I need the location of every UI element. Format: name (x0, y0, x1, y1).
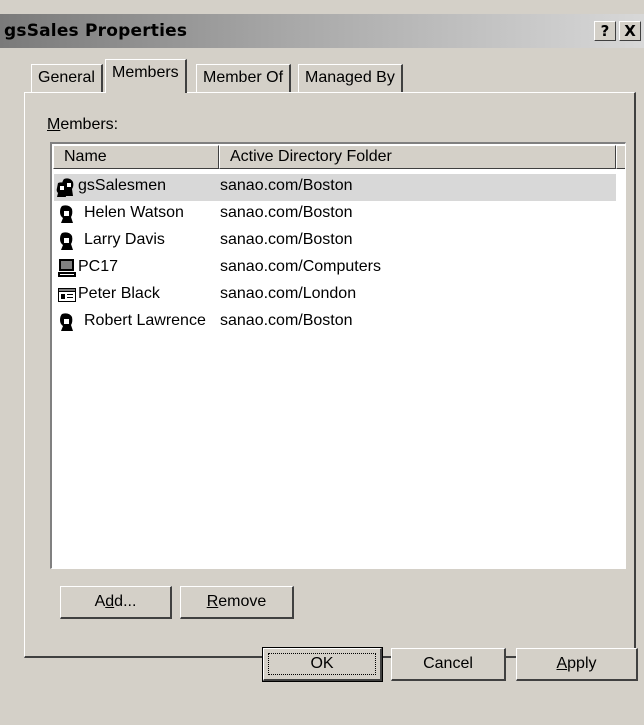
group-icon (56, 178, 74, 197)
user-icon (60, 205, 73, 223)
member-folder: sanao.com/Computers (220, 258, 381, 275)
list-item[interactable]: Helen Watson sanao.com/Boston (54, 201, 616, 228)
title-bar[interactable]: gsSales Properties ? X (0, 14, 644, 48)
add-button[interactable]: Add... (60, 586, 172, 619)
member-name: Peter Black (78, 285, 160, 302)
properties-dialog: gsSales Properties ? X General Members M… (0, 0, 644, 725)
remove-button[interactable]: Remove (180, 586, 294, 619)
contact-icon (58, 288, 76, 302)
member-folder: sanao.com/Boston (220, 177, 353, 194)
column-header-name[interactable]: Name (53, 145, 219, 169)
tab-member-of[interactable]: Member Of (196, 64, 292, 92)
tab-managed-by[interactable]: Managed By (298, 64, 403, 92)
tab-members[interactable]: Members (105, 59, 187, 93)
column-header-folder[interactable]: Active Directory Folder (219, 145, 616, 169)
list-item[interactable]: Larry Davis sanao.com/Boston (54, 228, 616, 255)
list-item[interactable]: gsSalesmen sanao.com/Boston (54, 174, 616, 201)
user-icon (60, 232, 73, 250)
member-name: gsSalesmen (78, 177, 167, 194)
member-folder: sanao.com/Boston (220, 312, 353, 329)
member-name: Larry Davis (84, 231, 165, 248)
close-button[interactable]: X (619, 21, 641, 41)
member-folder: sanao.com/London (220, 285, 357, 302)
column-header-filler (616, 145, 625, 169)
member-folder: sanao.com/Boston (220, 231, 353, 248)
member-name: PC17 (78, 258, 119, 275)
apply-button[interactable]: Apply (516, 648, 638, 681)
help-button[interactable]: ? (594, 21, 616, 41)
computer-icon (58, 259, 76, 277)
members-label: Members: (47, 116, 119, 133)
list-item[interactable]: Peter Black sanao.com/London (54, 282, 616, 309)
list-item[interactable]: Robert Lawrence sanao.com/Boston (54, 309, 616, 336)
list-item[interactable]: PC17 sanao.com/Computers (54, 255, 616, 282)
window-title: gsSales Properties (4, 21, 188, 41)
cancel-button[interactable]: Cancel (391, 648, 506, 681)
tab-general[interactable]: General (31, 64, 103, 92)
member-name: Helen Watson (84, 204, 184, 221)
ok-button[interactable]: OK (262, 647, 383, 682)
members-list[interactable]: Name Active Directory Folder gsSalesmen … (50, 142, 626, 569)
focus-rectangle (268, 653, 376, 675)
user-icon (60, 313, 73, 331)
member-name: Robert Lawrence (84, 312, 206, 329)
member-folder: sanao.com/Boston (220, 204, 353, 221)
